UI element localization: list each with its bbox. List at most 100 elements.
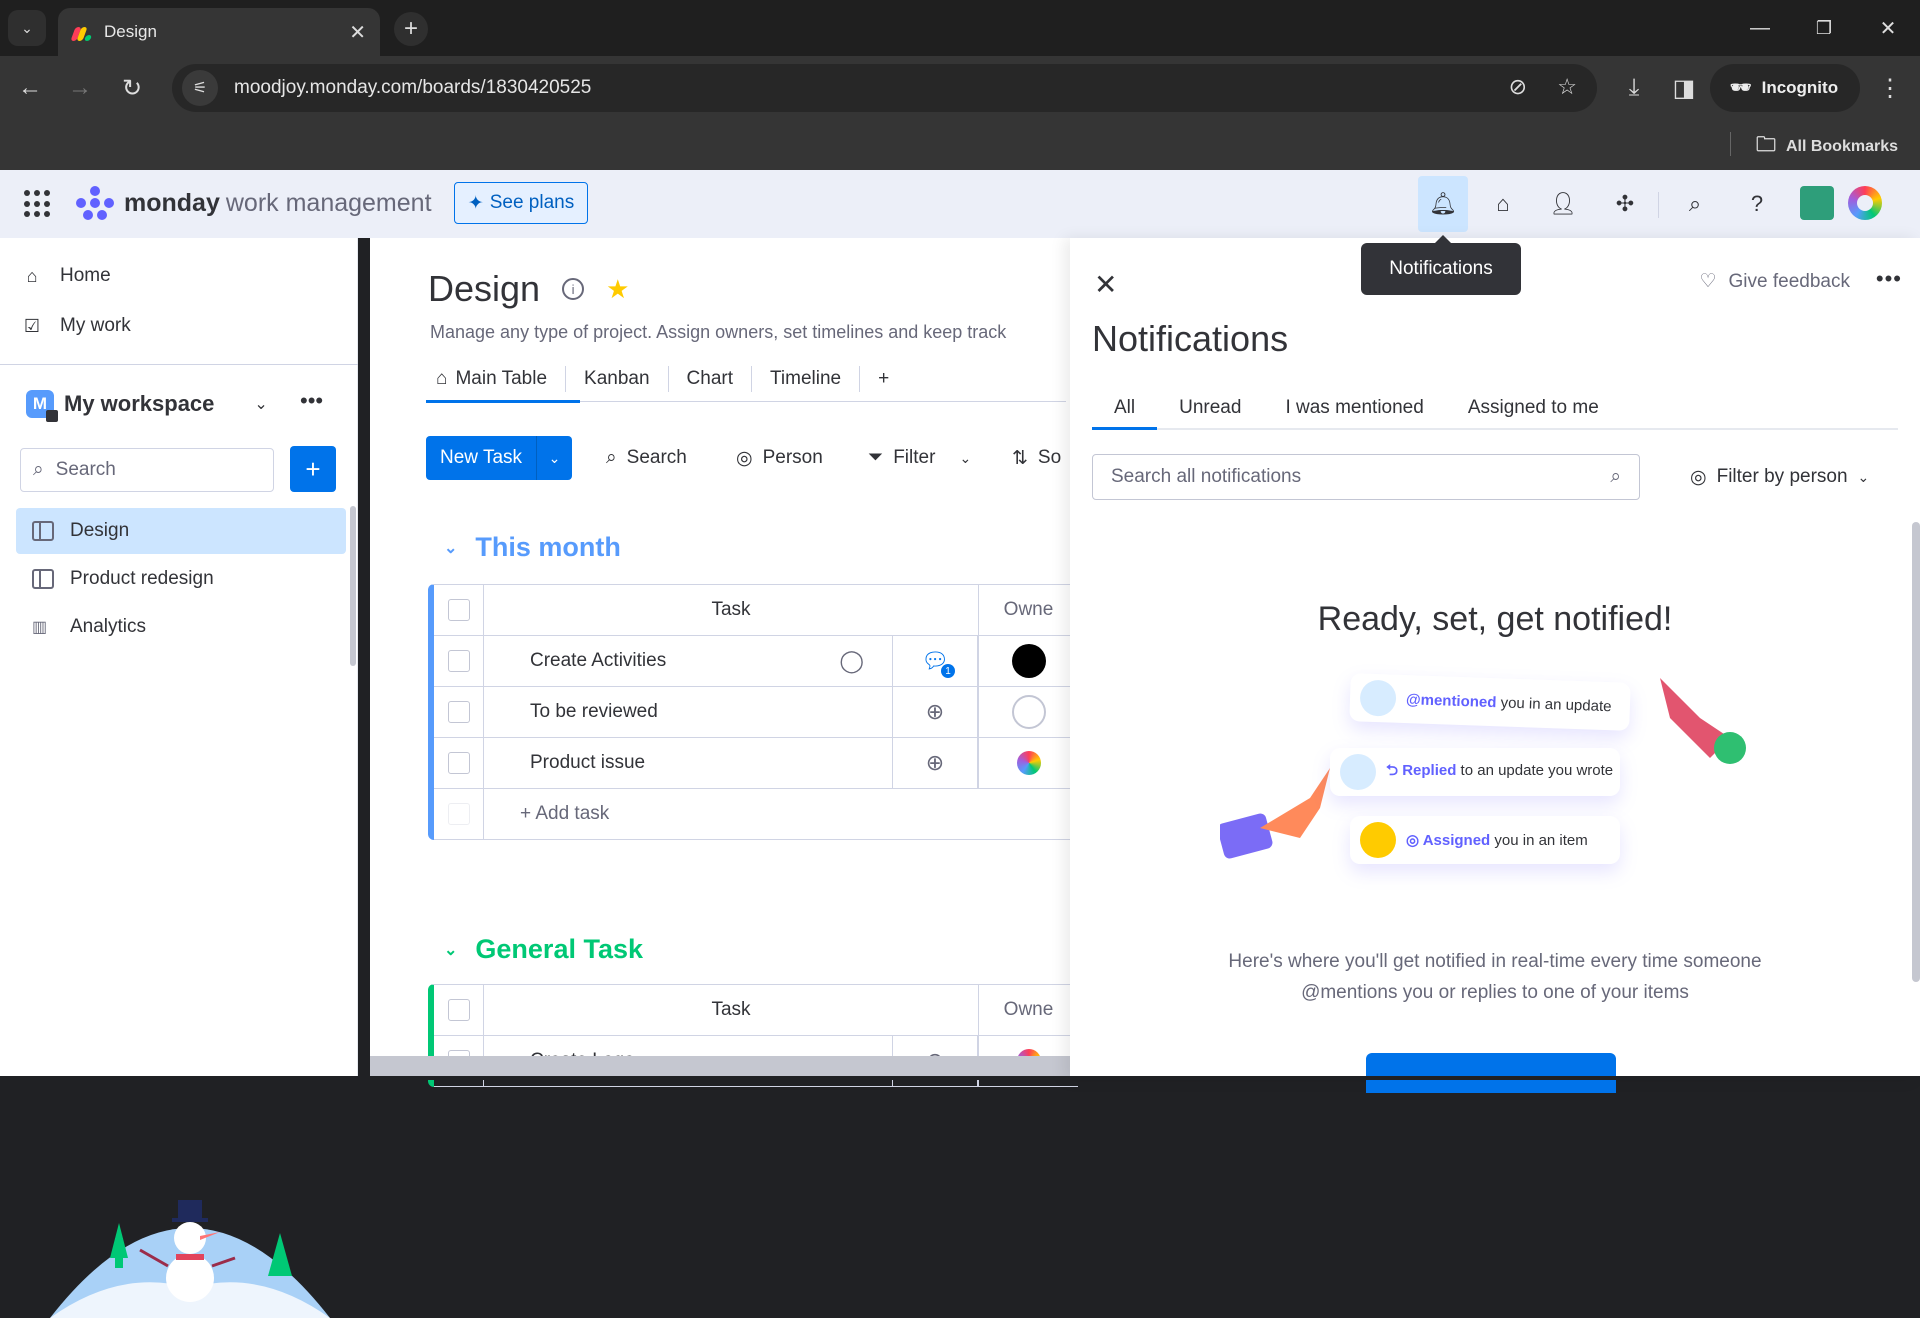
url-text: moodjoy.monday.com/boards/1830420525 (234, 77, 592, 98)
notifications-search-input[interactable]: Search all notifications ⌕ (1092, 454, 1640, 500)
minimize-button[interactable]: — (1740, 10, 1780, 46)
group-title-general-task[interactable]: ⌄ General Task (444, 934, 643, 965)
column-header-owner: Owne (978, 985, 1078, 1035)
more-options-icon[interactable]: ••• (1876, 266, 1902, 292)
see-plans-button[interactable]: ✦ See plans (454, 182, 588, 224)
sidebar-item-my-work[interactable]: ☑ My work (20, 314, 131, 338)
tab-all[interactable]: All (1092, 388, 1158, 430)
table-row[interactable]: Create Activities ◯ 💬︎ 1 (434, 636, 1078, 687)
all-bookmarks-button[interactable]: 🗀 All Bookmarks (1756, 130, 1898, 164)
tab-list-button[interactable]: ⌄ (8, 10, 46, 46)
sidebar-search-input[interactable]: ⌕ Search (20, 448, 274, 492)
row-checkbox[interactable] (434, 738, 484, 788)
sidebar-board-product-redesign[interactable]: Product redesign (16, 556, 346, 602)
reload-button[interactable]: ↻ (112, 68, 152, 108)
incognito-label: Incognito (1761, 78, 1839, 97)
panel-scrollbar[interactable] (1912, 522, 1920, 982)
address-bar[interactable]: ⚟ moodjoy.monday.com/boards/1830420525 ⊘… (172, 64, 1597, 112)
tab-i-was-mentioned[interactable]: I was mentioned (1263, 388, 1445, 428)
tab-kanban[interactable]: Kanban (566, 365, 669, 392)
notifications-button[interactable]: 🔔︎ (1418, 176, 1468, 232)
filter-by-person-button[interactable]: ◎ Filter by person ⌄ (1690, 454, 1869, 500)
chevron-down-icon[interactable]: ⌄ (959, 450, 971, 467)
tab-unread[interactable]: Unread (1157, 388, 1263, 428)
select-all-checkbox[interactable] (434, 985, 484, 1035)
browser-tab[interactable]: Design ✕ (58, 8, 380, 56)
updates-cell[interactable]: ⊕ (892, 687, 978, 737)
person-filter-button[interactable]: ◎ Person (736, 436, 823, 480)
chevron-down-icon[interactable]: ⌄ (444, 538, 457, 558)
owner-cell[interactable] (978, 636, 1078, 686)
invite-button[interactable] (1366, 1053, 1616, 1093)
download-button[interactable]: ⤓ (1614, 68, 1654, 108)
monday-logo[interactable]: monday work management (76, 186, 432, 220)
info-icon[interactable]: i (562, 278, 585, 300)
updates-cell[interactable]: ⊕ (892, 738, 978, 788)
board-title-text[interactable]: Design (428, 268, 540, 310)
notifications-illustration: @mentioned you in an update ⮌ Replied to… (1220, 668, 1780, 958)
group-title-this-month[interactable]: ⌄ This month (444, 532, 621, 563)
help-button[interactable]: ? (1736, 184, 1778, 224)
add-item-button[interactable]: + (290, 446, 336, 492)
table-row[interactable]: Product issue ⊕ (434, 738, 1078, 789)
tab-timeline[interactable]: Timeline (752, 365, 861, 392)
search-button[interactable]: ⌕ (1674, 184, 1716, 224)
folder-icon: 🗀 (1755, 134, 1776, 156)
row-checkbox[interactable] (434, 687, 484, 737)
forward-button[interactable]: → (60, 68, 100, 108)
tab-chart[interactable]: Chart (669, 365, 753, 392)
sidebar-board-design[interactable]: Design (16, 508, 346, 554)
search-button[interactable]: ⌕ Search (606, 436, 687, 480)
task-name[interactable]: Product issue (484, 738, 892, 788)
add-view-button[interactable]: + (860, 366, 907, 392)
sidebar-scrollbar[interactable] (350, 506, 356, 666)
new-task-button[interactable]: New Task ⌄ (426, 436, 572, 480)
inbox-icon: ⌂ (1496, 191, 1510, 216)
eye-off-icon[interactable]: ⊘ (1509, 74, 1527, 100)
divider (0, 364, 358, 365)
owner-cell[interactable] (978, 738, 1078, 788)
tab-main-table[interactable]: ⌂ Main Table (426, 365, 567, 392)
star-icon[interactable]: ☆ (1557, 74, 1577, 100)
filter-button[interactable]: ⏷ Filter ⌄ (868, 436, 971, 480)
incognito-badge[interactable]: 🕶 Incognito (1710, 64, 1860, 112)
chevron-down-icon[interactable]: ⌄ (536, 436, 572, 480)
give-feedback-button[interactable]: ♡ Give feedback (1699, 270, 1850, 293)
sort-button[interactable]: ⇅ So (1012, 436, 1061, 480)
tab-assigned-to-me[interactable]: Assigned to me (1446, 388, 1621, 428)
close-icon[interactable]: ✕ (1094, 268, 1117, 301)
close-tab-icon[interactable]: ✕ (349, 20, 366, 45)
sidebar-item-home[interactable]: ⌂ Home (20, 264, 111, 288)
horizontal-scrollbar[interactable] (370, 1056, 1070, 1076)
table-row[interactable]: To be reviewed ⊕ (434, 687, 1078, 738)
app-switcher-icon[interactable] (24, 190, 52, 218)
tune-icon[interactable]: ⚟ (182, 70, 218, 106)
row-checkbox[interactable] (434, 636, 484, 686)
inbox-button[interactable]: ⌂ (1482, 184, 1524, 224)
chat-bubble-icon: 💬︎ 1 (921, 648, 955, 678)
back-button[interactable]: ← (10, 68, 50, 108)
apps-marketplace-button[interactable]: ✣ (1604, 184, 1646, 224)
avatar[interactable] (1800, 186, 1834, 220)
star-icon[interactable]: ★ (606, 274, 629, 305)
close-window-button[interactable]: ✕ (1868, 10, 1908, 46)
owner-cell[interactable] (978, 687, 1078, 737)
select-all-checkbox[interactable] (434, 585, 484, 635)
side-panel-button[interactable]: ◨ (1664, 68, 1704, 108)
workspace-more-icon[interactable]: ••• (300, 388, 323, 414)
task-name[interactable]: Create Activities ◯ (484, 636, 892, 686)
sidebar-board-analytics[interactable]: ▥ Analytics (16, 604, 346, 650)
workspace-logo[interactable] (1848, 186, 1882, 220)
workspace-selector[interactable]: M My workspace ⌄ (26, 390, 268, 422)
chevron-down-icon[interactable]: ⌄ (444, 940, 457, 960)
new-tab-button[interactable]: + (394, 12, 428, 46)
restore-button[interactable]: ❐ (1804, 10, 1844, 46)
updates-cell[interactable]: 💬︎ 1 (892, 636, 978, 686)
invite-members-button[interactable]: 👤︎ (1542, 184, 1584, 224)
add-task-button[interactable]: + Add task (484, 789, 892, 839)
check-circle-icon[interactable]: ◯ (839, 648, 864, 674)
calendar-check-icon: ☑ (23, 315, 41, 336)
browser-menu-button[interactable]: ⋮ (1870, 68, 1910, 108)
task-name[interactable]: To be reviewed (484, 687, 892, 737)
add-task-row[interactable]: + Add task (434, 789, 1078, 840)
